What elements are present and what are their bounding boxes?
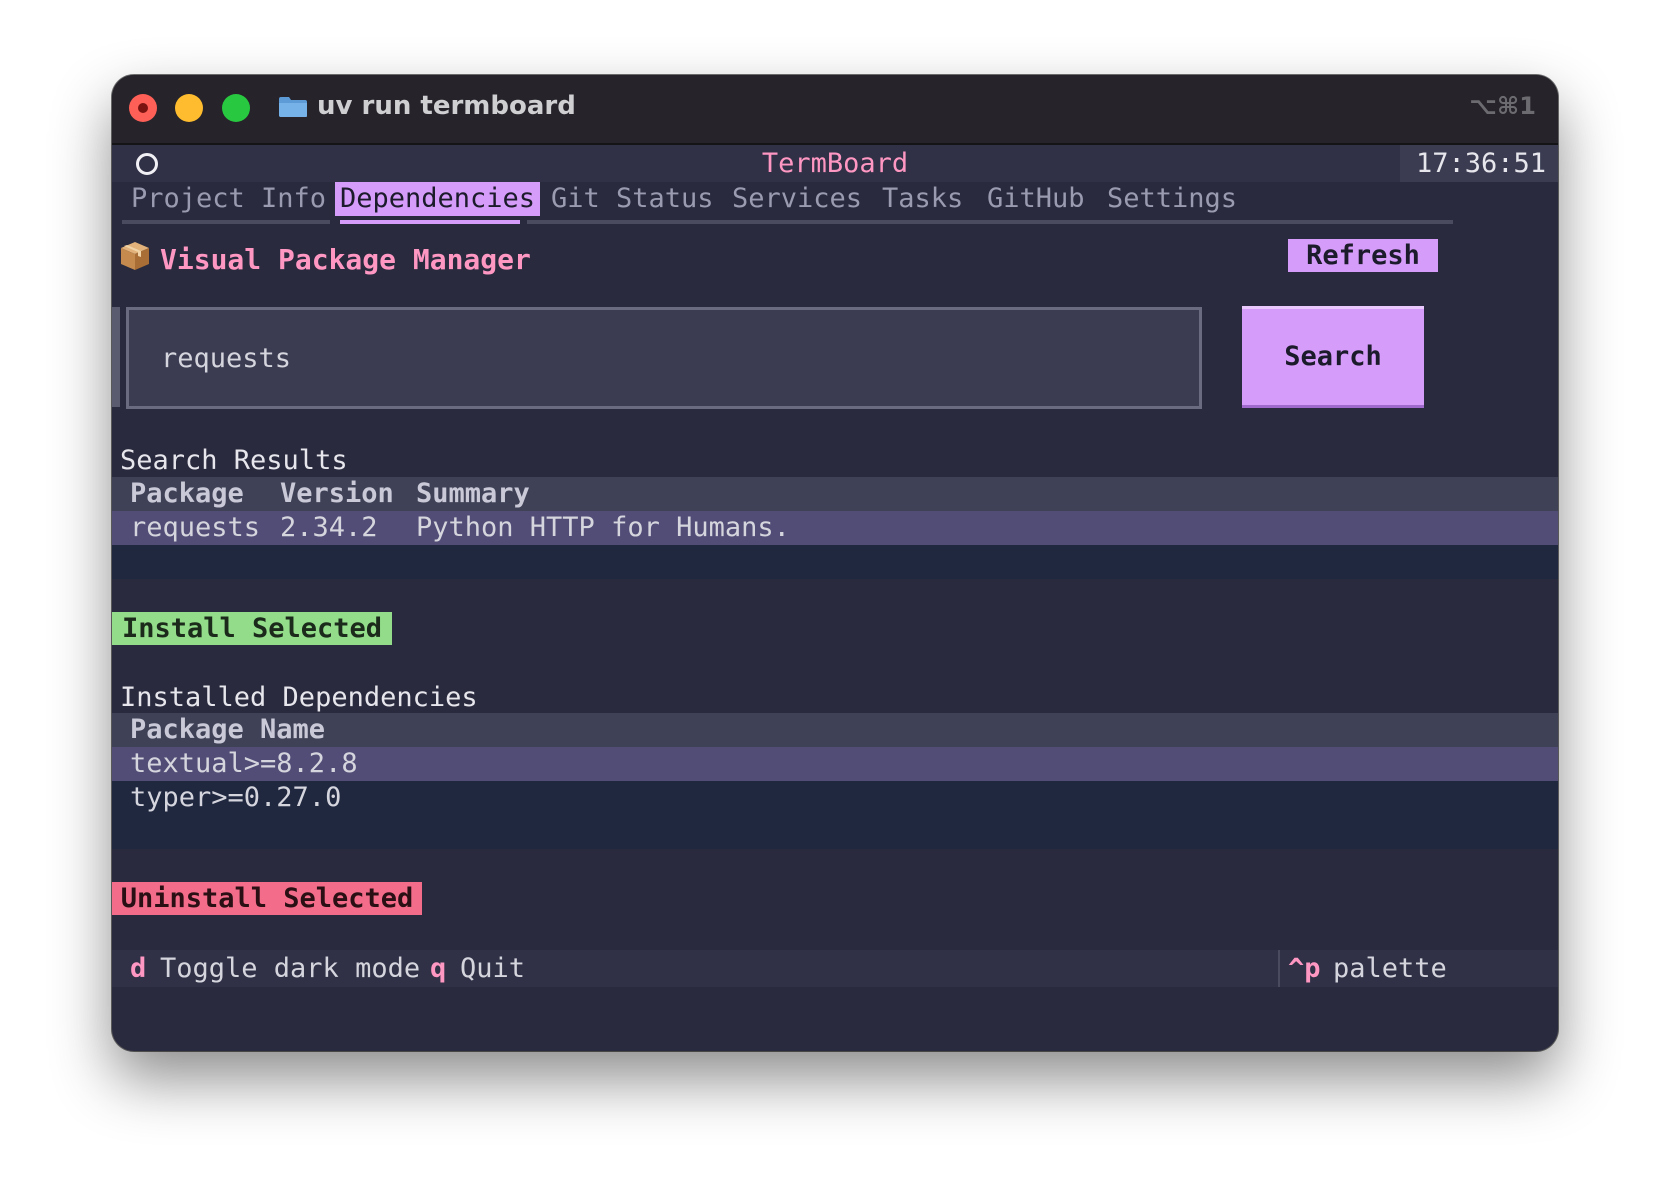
search-input[interactable] — [126, 307, 1202, 409]
column-header-package: Package — [130, 478, 244, 509]
footer-divider — [1278, 950, 1280, 987]
tab-services[interactable]: Services — [727, 182, 867, 216]
table-row[interactable]: typer>=0.27.0 — [112, 781, 1558, 815]
terminal-window: uv run termboard ⌥⌘1 TermBoard 17:36:51 … — [112, 75, 1558, 1051]
column-header-version: Version — [280, 478, 394, 509]
refresh-button[interactable]: Refresh — [1288, 239, 1438, 272]
zoom-window-button[interactable] — [222, 94, 250, 122]
tab-underline — [527, 220, 1453, 224]
tab-github[interactable]: GitHub — [982, 182, 1090, 216]
tab-tasks[interactable]: Tasks — [877, 182, 968, 216]
table-header-row: Package Name — [112, 713, 1558, 747]
window-shortcut: ⌥⌘1 — [1469, 92, 1536, 120]
footer-desc-palette[interactable]: palette — [1333, 950, 1447, 987]
installed-dependencies-table: Package Name textual>=8.2.8 typer>=0.27.… — [112, 713, 1558, 849]
column-header-package-name: Package Name — [130, 714, 326, 745]
minimize-window-button[interactable] — [175, 94, 203, 122]
package-icon — [121, 242, 149, 270]
table-row[interactable]: requests 2.34.2 Python HTTP for Humans. — [112, 511, 1558, 545]
footer-key-q[interactable]: q — [430, 950, 446, 987]
close-window-button[interactable] — [129, 94, 157, 122]
window-title: uv run termboard — [317, 91, 576, 121]
table-empty-area — [112, 545, 1558, 579]
installed-dependencies-label: Installed Dependencies — [120, 682, 478, 713]
cell-package-name: typer>=0.27.0 — [130, 782, 342, 813]
search-button[interactable]: Search — [1242, 306, 1424, 408]
scroll-indicator — [112, 307, 120, 407]
tab-bar: Project Info Dependencies Git Status Ser… — [112, 182, 1558, 230]
footer-desc-toggle-dark[interactable]: Toggle dark mode — [160, 950, 420, 987]
footer-key-d[interactable]: d — [130, 950, 146, 987]
search-results-table: Package Version Summary requests 2.34.2 … — [112, 477, 1558, 579]
tab-dependencies[interactable]: Dependencies — [335, 182, 541, 216]
table-header-row: Package Version Summary — [112, 477, 1558, 511]
footer-key-palette[interactable]: ^p — [1288, 950, 1321, 987]
column-header-summary: Summary — [416, 478, 530, 509]
cell-package-name: textual>=8.2.8 — [130, 748, 358, 779]
tab-project-info[interactable]: Project Info — [126, 182, 331, 216]
uninstall-selected-button[interactable]: Uninstall Selected — [112, 882, 422, 915]
tab-git-status[interactable]: Git Status — [546, 182, 719, 216]
clock: 17:36:51 — [1400, 145, 1558, 182]
cell-package: requests — [130, 512, 261, 543]
search-results-label: Search Results — [120, 445, 348, 476]
tab-underline-active — [340, 220, 520, 224]
footer-bar: d Toggle dark mode q Quit ^p palette — [112, 950, 1558, 987]
folder-icon — [279, 97, 307, 117]
install-selected-button[interactable]: Install Selected — [112, 612, 392, 645]
app-title: TermBoard — [761, 148, 909, 179]
tab-settings[interactable]: Settings — [1102, 182, 1242, 216]
cell-version: 2.34.2 — [280, 512, 378, 543]
tab-underline — [122, 220, 330, 224]
table-empty-area — [112, 815, 1558, 849]
title-bar: uv run termboard ⌥⌘1 — [112, 75, 1558, 145]
cell-summary: Python HTTP for Humans. — [416, 512, 790, 543]
footer-desc-quit[interactable]: Quit — [460, 950, 525, 987]
app-header: TermBoard 17:36:51 — [112, 145, 1558, 182]
table-row[interactable]: textual>=8.2.8 — [112, 747, 1558, 781]
section-title: Visual Package Manager — [160, 243, 531, 276]
